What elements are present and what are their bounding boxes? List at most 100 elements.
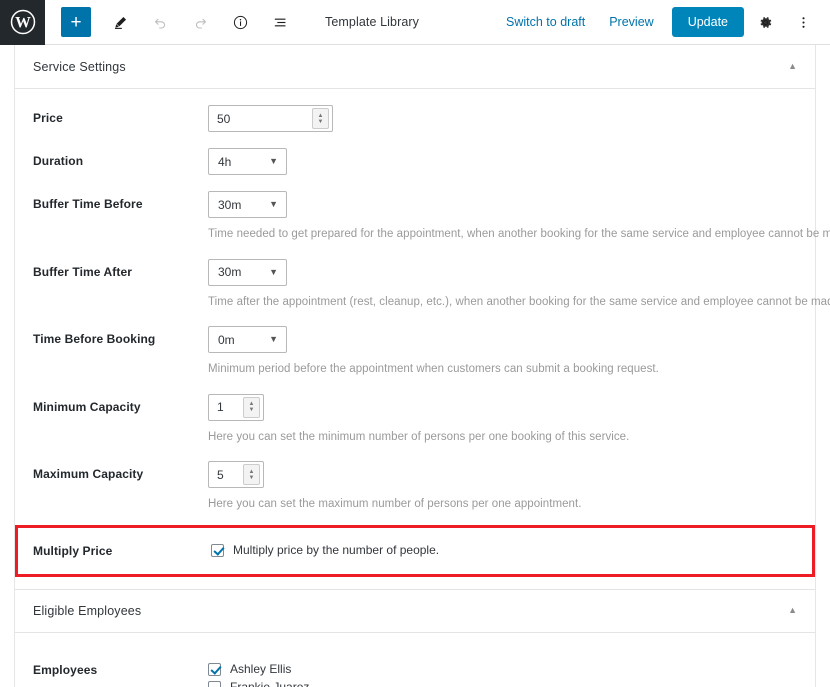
update-button[interactable]: Update	[671, 7, 744, 37]
list-view-button[interactable]	[265, 7, 295, 37]
time-before-booking-label: Time Before Booking	[33, 332, 156, 347]
undo-button[interactable]	[145, 7, 175, 37]
multiply-price-checkbox-row[interactable]: Multiply price by the number of people.	[211, 542, 439, 559]
employees-label: Employees	[33, 662, 98, 677]
buffer-after-label: Buffer Time After	[33, 264, 133, 279]
chevron-down-icon: ▼	[269, 199, 278, 209]
info-icon	[233, 15, 247, 29]
settings-panel: Service Settings ▲ Price 50 ▲ ▼ Duration…	[14, 45, 830, 687]
time-before-booking-control: 0m ▼ Minimum period before the appointme…	[208, 326, 797, 378]
settings-button[interactable]	[748, 5, 782, 39]
chevron-down-icon: ▼	[269, 266, 278, 277]
wordpress-logo-icon: W	[10, 9, 35, 35]
undo-icon	[154, 18, 165, 29]
service-settings-title: Service Settings	[33, 59, 126, 74]
switch-to-draft-link[interactable]: Switch to draft	[494, 15, 597, 29]
document-title: Template Library	[325, 15, 420, 29]
field-price: Price 50 ▲ ▼	[33, 89, 797, 132]
service-settings-header[interactable]: Service Settings ▲	[15, 45, 815, 89]
svg-text:W: W	[15, 15, 31, 32]
buffer-before-value: 30m	[218, 197, 242, 212]
duration-label: Duration	[33, 154, 84, 168]
stepper-down-icon: ▼	[248, 407, 255, 414]
buffer-after-control: 30m ▼ Time after the appointment (rest, …	[208, 258, 830, 311]
employees-checkbox-list: Ashley Ellis Frankie Juarez Nicky Jones …	[208, 649, 797, 687]
list-view-icon	[274, 18, 285, 26]
buffer-after-select[interactable]: 30m ▼	[208, 258, 287, 286]
toolbar-right-group: Switch to draft Preview Update	[494, 5, 830, 39]
employee-row-0[interactable]: Ashley Ellis	[208, 661, 797, 678]
multiply-price-highlight: Multiply Price Multiply price by the num…	[15, 524, 815, 577]
gear-icon	[760, 16, 771, 28]
toolbar-left-group: + Template Library	[45, 7, 419, 37]
eligible-employees-header[interactable]: Eligible Employees ▲	[15, 588, 815, 633]
employee-name-0: Ashley Ellis	[230, 662, 292, 677]
field-buffer-after: Buffer Time After 30m ▼ Time after the a…	[33, 243, 830, 311]
employee-checkbox-1[interactable]	[208, 680, 221, 687]
price-label: Price	[33, 111, 63, 125]
eligible-employees-fields: Employees Ashley Ellis Frankie Juarez Ni…	[15, 633, 815, 687]
chevron-up-icon[interactable]: ▲	[788, 606, 797, 615]
buffer-after-value: 30m	[218, 265, 242, 280]
minimum-capacity-label: Minimum Capacity	[33, 399, 141, 414]
time-before-booking-select[interactable]: 0m ▼	[208, 326, 287, 354]
minimum-capacity-stepper[interactable]: ▲ ▼	[243, 396, 260, 418]
field-multiply-price: Multiply Price Multiply price by the num…	[18, 542, 812, 560]
maximum-capacity-input[interactable]: 5 ▲ ▼	[208, 461, 264, 489]
redo-icon	[195, 18, 206, 29]
preview-link[interactable]: Preview	[597, 15, 665, 29]
eligible-employees-title: Eligible Employees	[33, 603, 142, 618]
minimum-capacity-value: 1	[217, 400, 224, 415]
maximum-capacity-label: Maximum Capacity	[33, 467, 144, 482]
time-before-booking-value: 0m	[218, 332, 235, 347]
employee-name-1: Frankie Juarez	[230, 680, 309, 687]
edit-tool-button[interactable]	[105, 7, 135, 37]
employee-row-1[interactable]: Frankie Juarez	[208, 679, 797, 687]
more-options-button[interactable]	[786, 5, 820, 39]
multiply-price-checkbox[interactable]	[211, 543, 224, 557]
field-maximum-capacity: Maximum Capacity 5 ▲ ▼ Here you can set …	[33, 445, 797, 513]
chevron-up-icon[interactable]: ▲	[788, 62, 797, 71]
buffer-before-help: Time needed to get prepared for the appo…	[208, 228, 830, 240]
details-info-button[interactable]	[225, 7, 255, 37]
field-time-before-booking: Time Before Booking 0m ▼ Minimum period …	[33, 310, 797, 378]
employee-checkbox-0[interactable]	[208, 662, 221, 676]
buffer-before-select[interactable]: 30m ▼	[208, 191, 287, 218]
multiply-price-label: Multiply Price	[33, 543, 113, 558]
multiply-price-checkbox-label: Multiply price by the number of people.	[233, 543, 440, 558]
pencil-icon	[114, 16, 126, 29]
duration-control: 4h ▼	[208, 148, 797, 175]
time-before-booking-help: Minimum period before the appointment wh…	[208, 363, 659, 376]
chevron-down-icon: ▼	[269, 334, 278, 345]
field-employees: Employees Ashley Ellis Frankie Juarez Ni…	[33, 633, 797, 687]
redo-button[interactable]	[185, 7, 215, 37]
price-stepper[interactable]: ▲ ▼	[312, 108, 329, 129]
service-settings-fields: Price 50 ▲ ▼ Duration 4h ▼ Buffer Time B…	[15, 89, 830, 513]
minimum-capacity-input[interactable]: 1 ▲ ▼	[208, 393, 264, 421]
buffer-before-control: 30m ▼ Time needed to get prepared for th…	[208, 191, 830, 243]
maximum-capacity-value: 5	[217, 467, 224, 482]
stepper-down-icon: ▼	[248, 474, 255, 481]
field-duration: Duration 4h ▼	[33, 132, 797, 175]
chevron-down-icon: ▼	[269, 156, 278, 166]
price-value: 50	[217, 111, 231, 126]
duration-select[interactable]: 4h ▼	[208, 148, 287, 175]
maximum-capacity-control: 5 ▲ ▼ Here you can set the maximum numbe…	[208, 461, 797, 513]
plus-icon: +	[70, 11, 82, 33]
duration-value: 4h	[218, 154, 232, 169]
editor-content: Service Settings ▲ Price 50 ▲ ▼ Duration…	[0, 45, 830, 687]
minimum-capacity-help: Here you can set the minimum number of p…	[208, 430, 630, 443]
maximum-capacity-help: Here you can set the maximum number of p…	[208, 498, 582, 511]
more-options-icon	[801, 16, 805, 28]
buffer-before-label: Buffer Time Before	[33, 197, 143, 211]
wordpress-logo-button[interactable]: W	[0, 0, 45, 45]
price-input[interactable]: 50 ▲ ▼	[208, 105, 333, 132]
field-buffer-before: Buffer Time Before 30m ▼ Time needed to …	[33, 175, 830, 243]
field-minimum-capacity: Minimum Capacity 1 ▲ ▼ Here you can set …	[33, 378, 797, 446]
add-block-button[interactable]: +	[61, 7, 91, 37]
maximum-capacity-stepper[interactable]: ▲ ▼	[243, 464, 260, 486]
editor-toolbar: W + Template Library Switch to draft Pre…	[0, 0, 830, 45]
buffer-after-help: Time after the appointment (rest, cleanu…	[208, 295, 830, 308]
minimum-capacity-control: 1 ▲ ▼ Here you can set the minimum numbe…	[208, 393, 797, 446]
price-control: 50 ▲ ▼	[208, 105, 797, 132]
